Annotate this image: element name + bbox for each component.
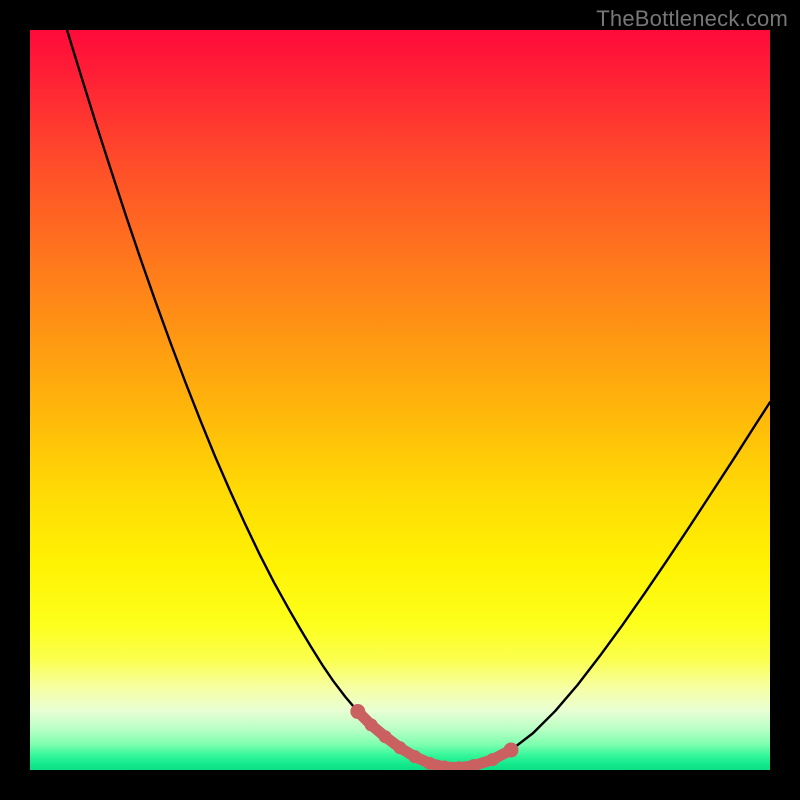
highlight-dot: [350, 704, 365, 719]
highlight-dot: [379, 730, 392, 743]
highlight-dot: [408, 750, 421, 763]
chart-plot-area: [30, 30, 770, 770]
highlight-dot: [394, 741, 407, 754]
highlight-dot: [423, 757, 436, 770]
chart-stage: TheBottleneck.com: [0, 0, 800, 800]
chart-overlay: [30, 30, 770, 770]
highlight-dot: [486, 753, 499, 766]
highlight-dot: [365, 718, 378, 731]
highlight-dot: [504, 743, 519, 758]
bottleneck-curve: [67, 30, 770, 768]
optimal-range-dots: [350, 704, 518, 770]
watermark-text: TheBottleneck.com: [596, 6, 788, 32]
